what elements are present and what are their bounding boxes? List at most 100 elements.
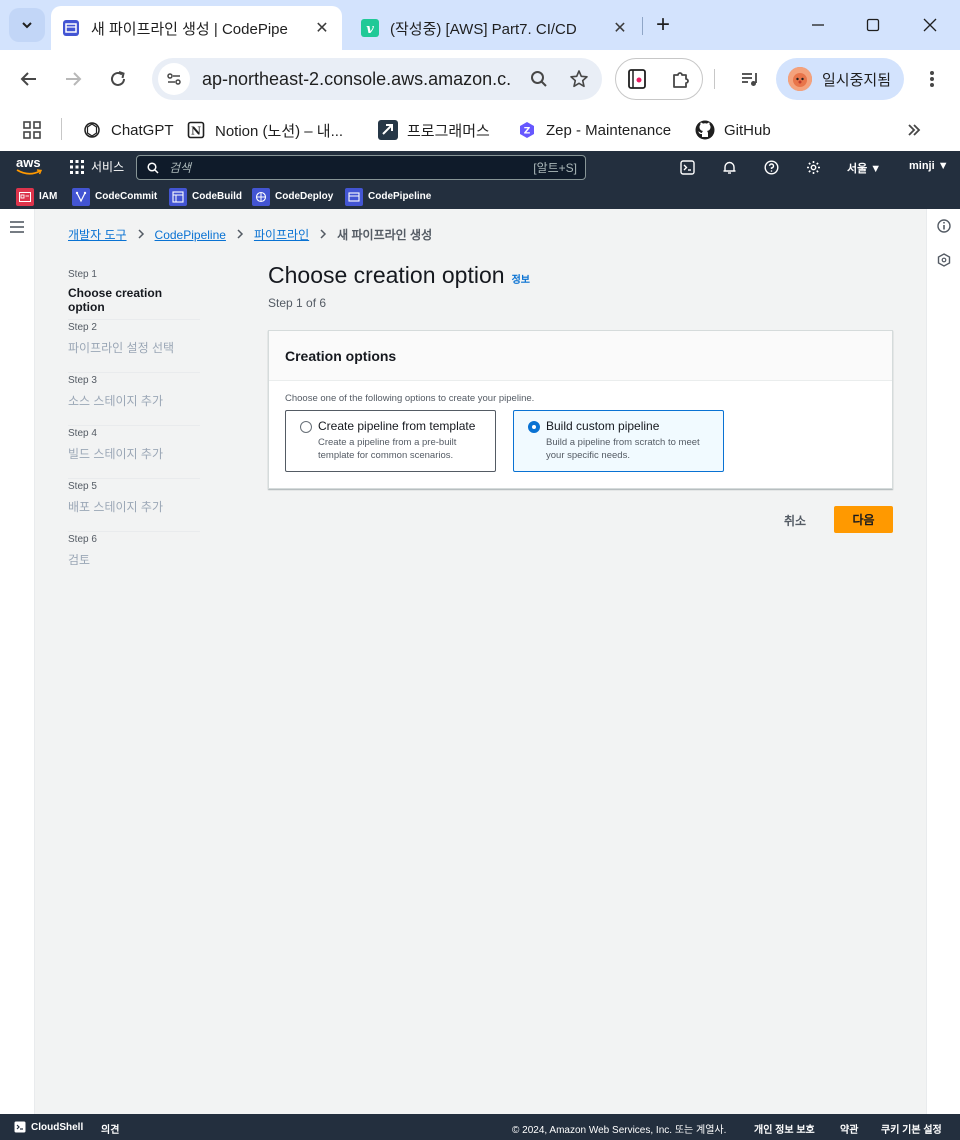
reload-button[interactable] — [103, 64, 133, 94]
programmers-icon — [378, 120, 398, 140]
main-content: 개발자 도구 CodePipeline 파이프라인 새 파이프라인 생성 Ste… — [35, 209, 926, 1114]
settings-button[interactable] — [805, 159, 821, 175]
puzzle-extensions-icon[interactable] — [670, 68, 692, 95]
favorite-iam[interactable]: IAM — [16, 187, 57, 206]
site-info-icon[interactable] — [158, 63, 190, 95]
maximize-window-button[interactable] — [858, 10, 888, 40]
close-tab-icon[interactable]: ✕ — [310, 16, 334, 40]
step-number: Step 3 — [68, 375, 97, 386]
bookmark-label: ChatGPT — [111, 121, 174, 139]
favorite-codedeploy[interactable]: CodeDeploy — [252, 187, 333, 206]
breadcrumb-codepipeline[interactable]: CodePipeline — [155, 228, 226, 242]
close-tab-icon[interactable]: ✕ — [608, 16, 632, 40]
browser-toolbar: ap-northeast-2.console.aws.amazon.c... 일… — [0, 50, 960, 108]
minimize-window-button[interactable] — [803, 10, 833, 40]
bookmark-label: 프로그래머스 — [407, 122, 490, 140]
step-title: 검토 — [68, 553, 91, 567]
notebook-extension-icon[interactable] — [626, 68, 648, 95]
back-button[interactable] — [14, 64, 44, 94]
account-menu[interactable]: minji ▼ — [909, 160, 949, 172]
profile-button[interactable]: 일시중지됨 — [776, 58, 904, 100]
search-placeholder: 검색 — [169, 161, 192, 175]
bookmark-github[interactable]: GitHub — [695, 114, 771, 146]
chevron-double-right-icon — [908, 124, 921, 136]
profile-label: 일시중지됨 — [822, 71, 892, 89]
browser-tab-codepipeline[interactable]: 새 파이프라인 생성 | CodePipe ✕ — [51, 6, 342, 50]
feedback-link[interactable]: 의견 — [101, 1121, 119, 1136]
url-text[interactable]: ap-northeast-2.console.aws.amazon.c... — [202, 69, 512, 90]
wizard-step-2: Step 2 파이프라인 설정 선택 — [68, 320, 200, 373]
bookmark-label: Notion (노션) – 내... — [215, 122, 344, 140]
svg-text:N: N — [191, 125, 201, 138]
breadcrumb-developer-tools[interactable]: 개발자 도구 — [68, 226, 127, 243]
step-number: Step 5 — [68, 481, 97, 492]
help-button[interactable] — [763, 159, 779, 175]
step-title: 빌드 스테이지 추가 — [68, 447, 163, 461]
tab-title: (작성중) [AWS] Part7. CI/CD — [390, 20, 577, 38]
aws-search-input[interactable]: 검색 [알트+S] — [136, 155, 586, 180]
close-window-button[interactable] — [915, 10, 945, 40]
wizard-steps: Step 1 Choose creation option Step 2 파이프… — [68, 267, 200, 585]
notion-icon: N — [186, 120, 206, 140]
bookmark-chatgpt[interactable]: ChatGPT — [82, 114, 174, 146]
cloudshell-footer-button[interactable]: CloudShell — [14, 1121, 83, 1133]
wizard-step-1: Step 1 Choose creation option — [68, 267, 200, 320]
aws-logo[interactable]: aws — [16, 155, 44, 179]
option-title: Create pipeline from template — [318, 419, 476, 433]
navigation-rail — [0, 209, 35, 1114]
favorite-label: CodeDeploy — [275, 191, 334, 202]
forward-button[interactable] — [58, 64, 88, 94]
wizard-step-6: Step 6 검토 — [68, 532, 200, 585]
new-tab-button[interactable]: + — [650, 11, 676, 38]
radio-button[interactable] — [300, 421, 312, 433]
more-vertical-icon — [930, 71, 934, 87]
cookie-preferences-link[interactable]: 쿠키 기본 설정 — [881, 1121, 942, 1136]
address-bar[interactable]: ap-northeast-2.console.aws.amazon.c... — [152, 58, 602, 100]
favorite-label: IAM — [39, 191, 58, 202]
tab-search-button[interactable] — [9, 8, 45, 42]
toolbar-divider — [714, 69, 715, 89]
breadcrumb: 개발자 도구 CodePipeline 파이프라인 새 파이프라인 생성 — [68, 226, 432, 243]
zoom-icon[interactable] — [524, 64, 554, 94]
more-bookmarks-button[interactable] — [906, 114, 922, 146]
bookmark-zep[interactable]: Z Zep - Maintenance — [517, 114, 671, 146]
cloudshell-button[interactable] — [679, 159, 695, 175]
info-panel-button[interactable] — [937, 219, 951, 238]
favorite-codecommit[interactable]: CodeCommit — [72, 187, 157, 206]
apps-button[interactable] — [22, 114, 42, 146]
favorite-codebuild[interactable]: CodeBuild — [169, 187, 242, 206]
aws-logo-text: aws — [16, 155, 41, 170]
bell-icon — [723, 161, 735, 174]
breadcrumb-pipelines[interactable]: 파이프라인 — [254, 226, 309, 243]
bookmark-programmers[interactable]: 프로그래머스 — [378, 114, 490, 146]
favorite-codepipeline[interactable]: CodePipeline — [345, 187, 431, 206]
grid-menu-icon — [70, 159, 84, 174]
bookmark-notion[interactable]: N Notion (노션) – 내... — [186, 114, 343, 146]
privacy-link[interactable]: 개인 정보 보호 — [754, 1121, 815, 1136]
extensions-group — [615, 58, 703, 100]
browser-menu-button[interactable] — [917, 64, 947, 94]
next-button[interactable]: 다음 — [834, 506, 893, 533]
bookmark-star-icon[interactable] — [564, 64, 594, 94]
cancel-button[interactable]: 취소 — [770, 507, 820, 533]
github-icon — [695, 120, 715, 140]
bookmark-label: Zep - Maintenance — [546, 121, 672, 139]
region-selector[interactable]: 서울 ▼ — [847, 160, 881, 176]
option-create-from-template[interactable]: Create pipeline from template Create a p… — [285, 410, 496, 472]
resource-panel-button[interactable] — [937, 253, 951, 272]
browser-tab-velog[interactable]: v (작성중) [AWS] Part7. CI/CD ✕ — [350, 6, 640, 50]
notifications-button[interactable] — [721, 159, 737, 175]
option-build-custom-pipeline[interactable]: Build custom pipeline Build a pipeline f… — [513, 410, 724, 472]
hamburger-menu-button[interactable] — [10, 220, 24, 238]
codedeploy-service-icon — [252, 187, 270, 206]
terms-link[interactable]: 약관 — [840, 1121, 858, 1136]
avatar — [788, 67, 812, 91]
favorite-label: CodePipeline — [368, 191, 432, 202]
radio-button-selected[interactable] — [528, 421, 540, 433]
step-indicator: Step 1 of 6 — [268, 296, 327, 310]
media-controls-button[interactable] — [735, 64, 765, 94]
arrow-left-icon — [20, 72, 36, 86]
info-icon — [937, 219, 951, 233]
services-menu-button[interactable]: 서비스 — [70, 158, 124, 175]
info-link[interactable]: 정보 — [512, 271, 530, 286]
